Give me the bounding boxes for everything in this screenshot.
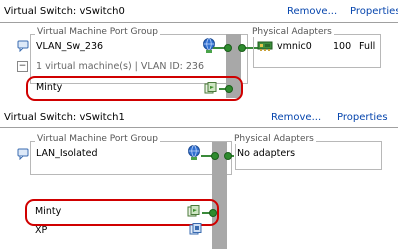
no-adapters-text: No adapters — [237, 148, 296, 159]
network-globe-icon — [203, 38, 215, 53]
network-globe-icon — [188, 145, 200, 160]
vswitch0-divider — [0, 22, 398, 23]
vswitch1-physical-adapters-legend: Physical Adapters — [232, 134, 316, 144]
vm-icon — [189, 223, 202, 235]
vm-list-item-minty[interactable]: Minty — [36, 82, 62, 93]
vm-list-item-minty[interactable]: Minty — [35, 206, 61, 217]
vswitch1-divider — [0, 127, 398, 128]
vswitch0-remove-link[interactable]: Remove... — [287, 6, 337, 17]
vswitch0-adapter-dot — [238, 44, 246, 52]
vswitch0-port-group-name[interactable]: VLAN_Sw_236 — [36, 41, 103, 52]
vswitch1-properties-link[interactable]: Properties — [337, 112, 388, 123]
vswitch0-vm-summary: 1 virtual machine(s) | VLAN ID: 236 — [36, 61, 204, 72]
vswitch0-title: Virtual Switch: vSwitch0 — [4, 6, 125, 17]
vswitch0-port-group-legend: Virtual Machine Port Group — [35, 27, 160, 37]
vm-icon — [187, 205, 200, 217]
vswitch1-vm-port-dot — [209, 209, 217, 217]
vswitch0-vm-port-dot — [225, 85, 233, 93]
adapter-name[interactable]: vmnic0 — [277, 41, 312, 52]
vswitch1-port-group-name[interactable]: LAN_Isolated — [36, 148, 98, 159]
vswitch1-port-group-legend: Virtual Machine Port Group — [35, 134, 160, 144]
vswitch1-remove-link[interactable]: Remove... — [271, 112, 321, 123]
vm-list-item-xp[interactable]: XP — [35, 225, 47, 236]
vswitch0-port-dot — [224, 44, 232, 52]
adapter-speed: 100 — [333, 41, 352, 52]
vm-icon — [204, 82, 217, 94]
collapse-toggle[interactable]: − — [17, 61, 28, 72]
vswitch1-port-dot — [211, 152, 219, 160]
vswitch1-title: Virtual Switch: vSwitch1 — [4, 112, 125, 123]
vswitch0-physical-adapters-legend: Physical Adapters — [250, 27, 334, 37]
adapter-duplex: Full — [359, 41, 376, 52]
vswitch0-properties-link[interactable]: Properties — [350, 6, 398, 17]
port-group-icon — [17, 40, 29, 52]
vswitch1-adapter-dot — [224, 152, 232, 160]
nic-icon — [257, 41, 273, 51]
port-group-icon — [17, 148, 29, 160]
